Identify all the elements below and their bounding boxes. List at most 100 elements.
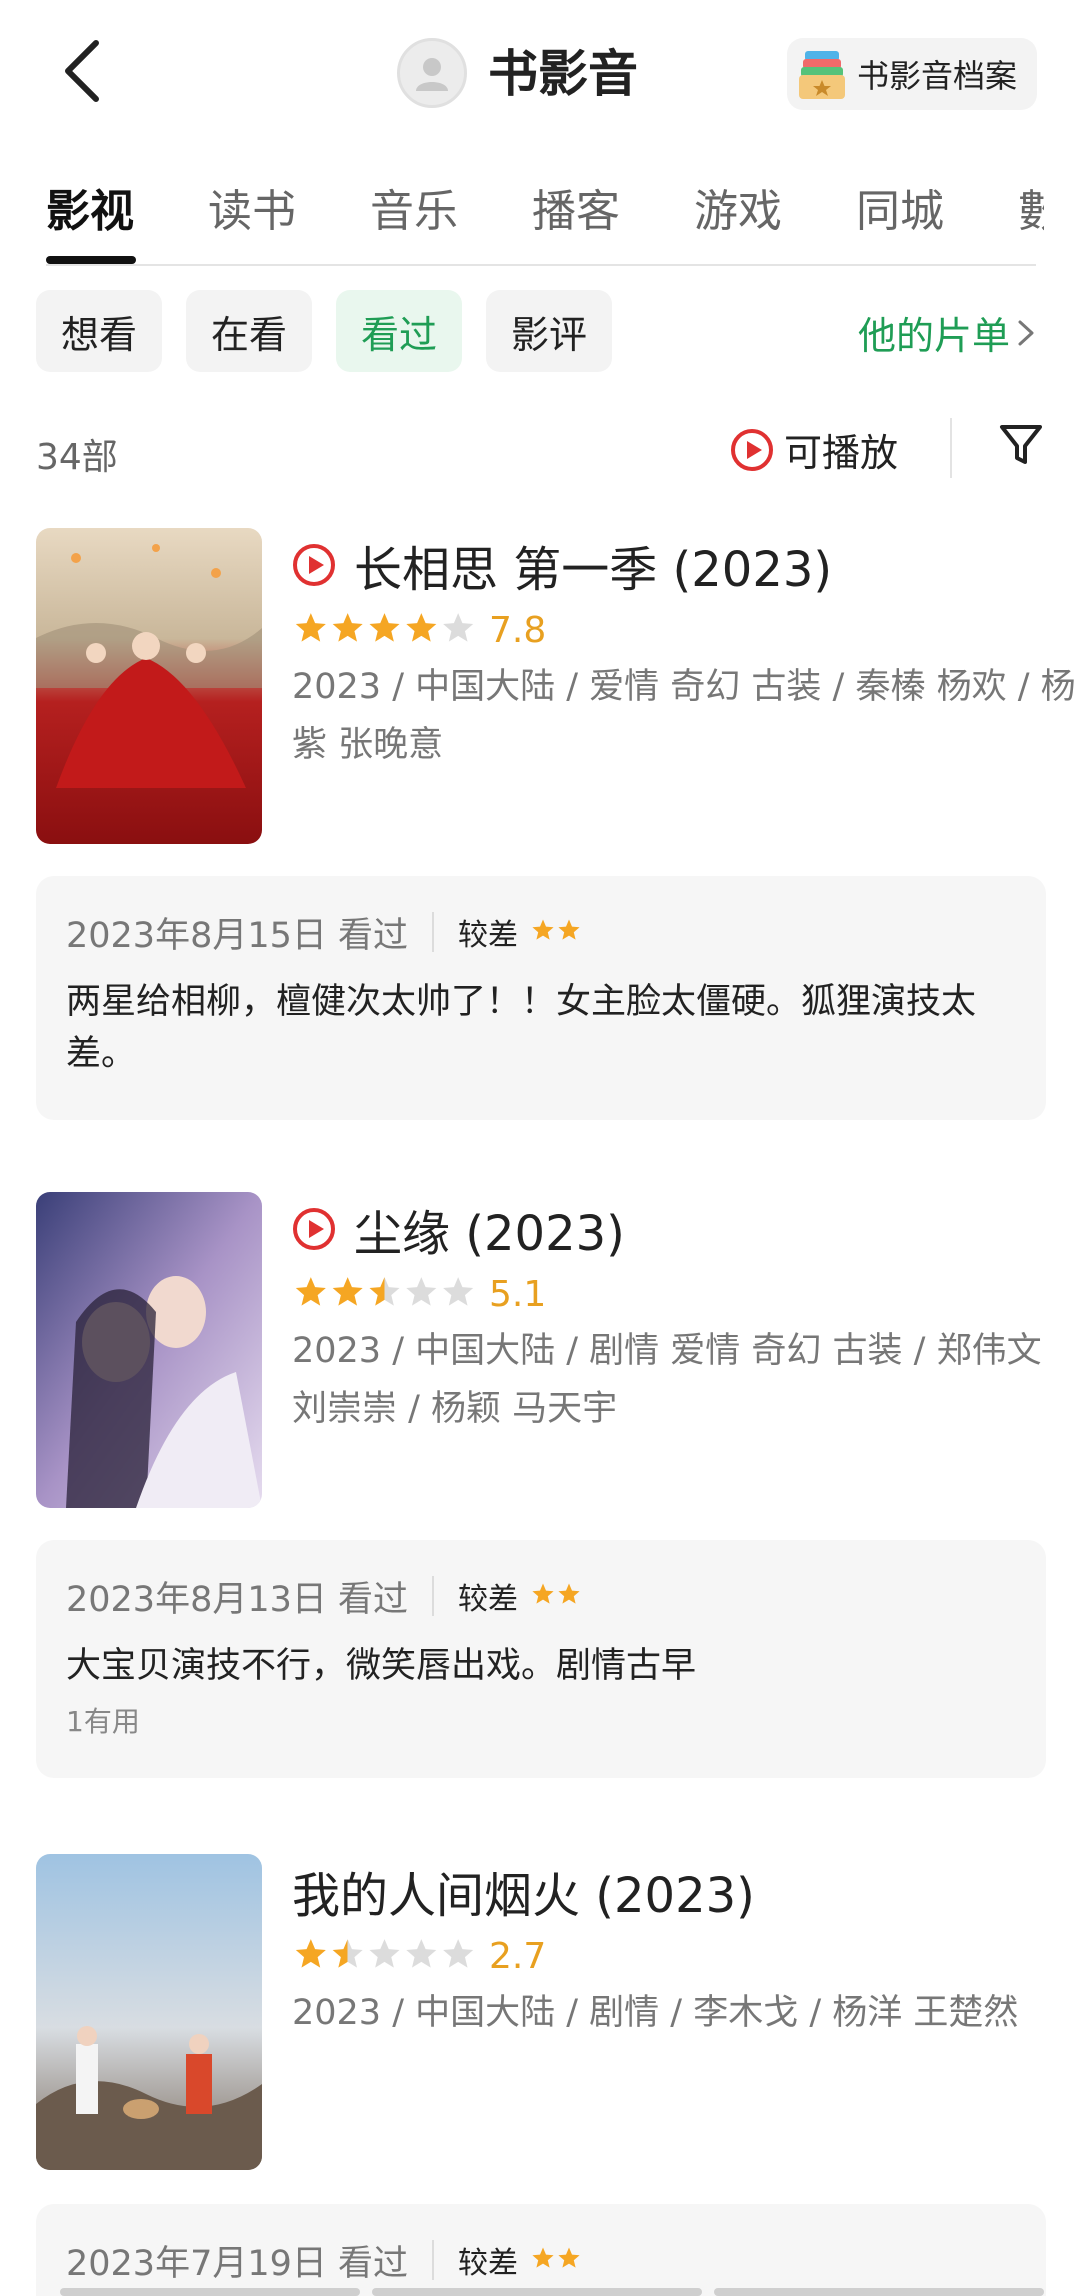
user-icon	[416, 58, 448, 91]
archive-button[interactable]: 书影音档案	[787, 38, 1037, 110]
movie-info: 我的人间烟火 (2023) 2.7 2023 / 中国大陆 / 剧情 / 李木戈…	[292, 1854, 1080, 2042]
rating-value: 2.7	[489, 1935, 547, 1977]
avatar[interactable]	[397, 38, 467, 108]
filter-button[interactable]	[998, 422, 1048, 472]
comment-divider	[432, 912, 435, 952]
count-divider	[950, 418, 952, 478]
item-count: 34部	[36, 437, 118, 478]
star-icon	[332, 613, 363, 642]
movie-meta: 2023 / 中国大陆 / 剧情 爱情 奇幻 古装 / 郑伟文 刘崇崇 / 杨颖…	[292, 1331, 1042, 1429]
movie-meta: 2023 / 中国大陆 / 爱情 奇幻 古装 / 秦榛 杨欢 / 杨紫 张晚意	[292, 667, 1076, 765]
playable-toggle[interactable]: 可播放	[730, 422, 898, 477]
useful-count[interactable]: 1有用	[66, 1700, 1016, 1740]
tab-games[interactable]: 游戏	[694, 182, 782, 242]
scroll-indicator	[372, 2288, 702, 2296]
comment-box: 2023年8月13日 看过 较差 大宝贝演技不行，微笑唇出戏。剧情古早 1有用	[36, 1540, 1046, 1778]
comment-level: 较差	[458, 918, 519, 953]
filter-reviews[interactable]: 影评	[486, 290, 612, 372]
rating-stars	[292, 1275, 477, 1313]
star-icon	[532, 1583, 554, 1604]
comment-date: 2023年7月19日 看过	[66, 2243, 409, 2284]
funnel-icon	[1000, 425, 1042, 464]
play-circle-icon	[731, 428, 773, 471]
filter-want-to-watch[interactable]: 想看	[36, 290, 162, 372]
page-title: 书影音	[488, 45, 638, 103]
star-icon	[443, 613, 474, 642]
star-icon	[558, 919, 580, 940]
star-icon	[295, 1939, 326, 1968]
movie-poster[interactable]	[36, 1854, 262, 2170]
movie-meta: 2023 / 中国大陆 / 剧情 / 李木戈 / 杨洋 王楚然	[292, 1993, 1019, 2033]
star-icon	[443, 1939, 474, 1968]
movie-card[interactable]: 尘缘 (2023) 5.1 2023 / 中国大陆 / 剧情 爱情 奇幻 古装 …	[36, 1192, 1046, 1512]
his-list-label: 他的片单	[858, 314, 1011, 358]
archive-label: 书影音档案	[857, 57, 1018, 95]
category-tabs: 影视 读书 音乐 播客 游戏 同城 數	[0, 172, 1080, 268]
star-icon	[532, 2247, 554, 2268]
star-icon	[332, 1939, 363, 1968]
comment-divider	[432, 2240, 435, 2280]
playable-label: 可播放	[784, 431, 899, 475]
star-rating-icon	[295, 613, 474, 642]
rating-row: 2.7	[292, 1928, 1080, 1984]
rating-row: 5.1	[292, 1266, 1080, 1322]
filter-watched[interactable]: 看过	[336, 290, 462, 372]
comment-text: 两星给相柳，檀健次太帅了！！女主脸太僵硬。狐狸演技太差。	[66, 982, 977, 1074]
comment-level: 较差	[458, 1582, 519, 1617]
tab-film[interactable]: 影视	[46, 182, 134, 242]
star-icon	[532, 919, 554, 940]
play-circle-icon[interactable]	[292, 543, 336, 587]
comment-box: 2023年7月19日 看过 较差	[36, 2204, 1046, 2296]
star-icon	[443, 1277, 474, 1306]
star-icon	[369, 1277, 400, 1306]
header: 书影音 书影音档案	[0, 0, 1080, 150]
chevron-left-icon	[65, 40, 99, 102]
star-icon	[369, 1939, 400, 1968]
tab-podcast[interactable]: 播客	[532, 182, 620, 242]
tab-music[interactable]: 音乐	[370, 182, 458, 242]
star-icon	[295, 1277, 326, 1306]
star-icon	[558, 1583, 580, 1604]
movie-poster[interactable]	[36, 528, 262, 844]
comment-stars	[530, 918, 582, 946]
comment-date: 2023年8月13日 看过	[66, 1579, 409, 1620]
tabs-divider	[46, 264, 1036, 266]
rating-stars	[292, 1937, 477, 1975]
star-rating-icon	[532, 1583, 580, 1604]
movie-card[interactable]: 长相思 第一季 (2023) 7.8 2023 / 中国大陆 / 爱情 奇幻 古…	[36, 528, 1076, 848]
movie-title[interactable]: 尘缘 (2023)	[354, 1194, 625, 1264]
back-button[interactable]	[52, 36, 112, 106]
movie-poster[interactable]	[36, 1192, 262, 1508]
star-rating-icon	[532, 919, 580, 940]
movie-title[interactable]: 我的人间烟火 (2023)	[292, 1856, 755, 1926]
tab-books[interactable]: 读书	[208, 182, 296, 242]
star-icon	[406, 1939, 437, 1968]
comment-stars	[530, 1582, 582, 1610]
tab-local[interactable]: 同城	[856, 182, 944, 242]
comment-text: 大宝贝演技不行，微笑唇出戏。剧情古早	[66, 1646, 697, 1686]
movie-info: 尘缘 (2023) 5.1 2023 / 中国大陆 / 剧情 爱情 奇幻 古装 …	[292, 1192, 1080, 1438]
star-rating-icon	[295, 1939, 474, 1968]
rating-stars	[292, 611, 477, 649]
filter-watching[interactable]: 在看	[186, 290, 312, 372]
star-icon	[406, 1277, 437, 1306]
star-icon	[369, 613, 400, 642]
active-tab-indicator	[46, 256, 136, 264]
his-list-link[interactable]: 他的片单	[858, 305, 1036, 360]
star-icon	[295, 613, 326, 642]
star-icon	[406, 613, 437, 642]
comment-level: 较差	[458, 2246, 519, 2281]
comment-date: 2023年8月15日 看过	[66, 915, 409, 956]
comment-stars	[530, 2246, 582, 2274]
tab-more[interactable]: 數	[1018, 182, 1044, 242]
star-icon	[558, 2247, 580, 2268]
movie-info: 长相思 第一季 (2023) 7.8 2023 / 中国大陆 / 爱情 奇幻 古…	[292, 528, 1080, 774]
play-circle-icon[interactable]	[292, 1207, 336, 1251]
movie-card[interactable]: 我的人间烟火 (2023) 2.7 2023 / 中国大陆 / 剧情 / 李木戈…	[36, 1854, 1046, 2174]
star-rating-icon	[532, 2247, 580, 2268]
rating-value: 5.1	[489, 1273, 547, 1315]
movie-title[interactable]: 长相思 第一季 (2023)	[354, 530, 832, 600]
archive-box-icon	[799, 51, 845, 99]
scroll-indicator	[714, 2288, 1044, 2296]
rating-row: 7.8	[292, 602, 1080, 658]
